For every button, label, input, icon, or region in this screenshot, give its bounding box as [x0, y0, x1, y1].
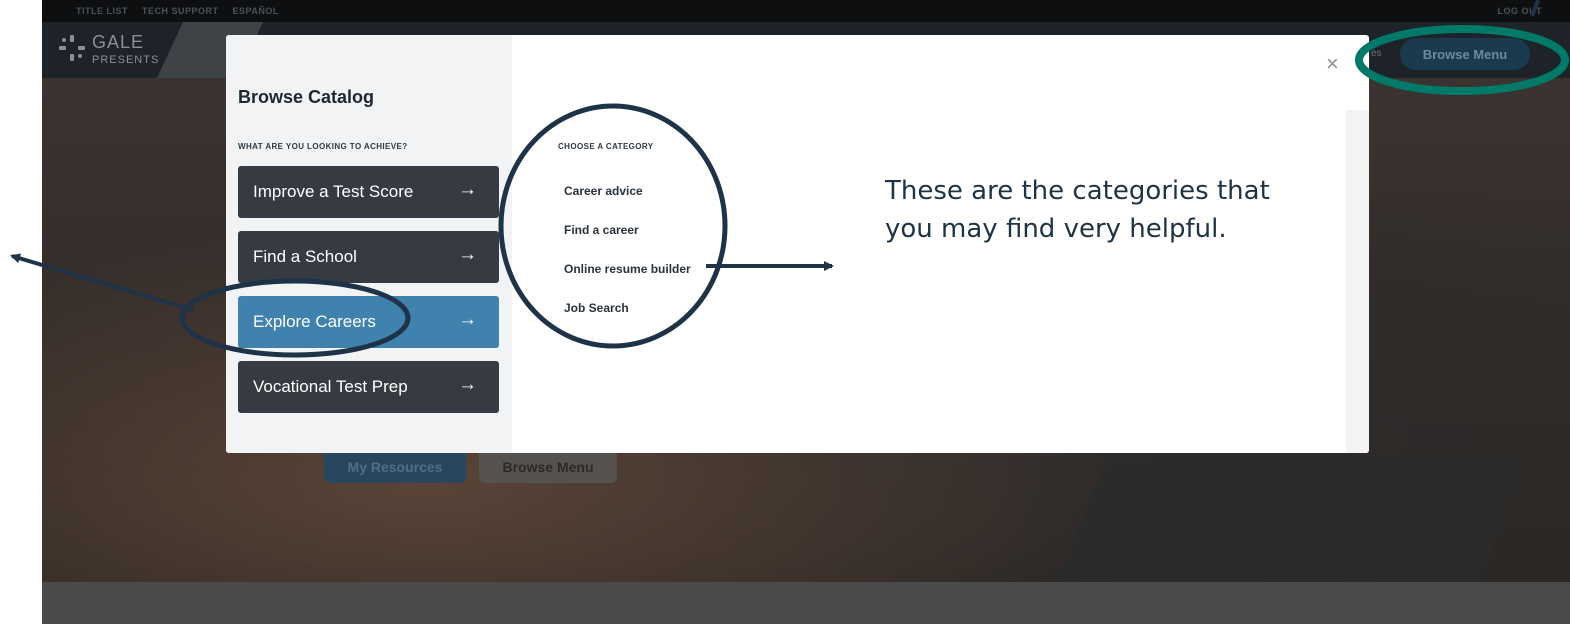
modal-title: Browse Catalog [238, 87, 375, 107]
hero-laptop-image [1056, 458, 1528, 582]
espanol-link[interactable]: ESPAÑOL [233, 6, 279, 16]
top-utility-bar: TITLE LIST TECH SUPPORT ESPAÑOL LOG OUT [42, 0, 1570, 22]
goal-label: Improve a Test Score [253, 182, 414, 201]
category-heading: CHOOSE A CATEGORY [558, 142, 654, 151]
goal-explore-careers[interactable]: Explore Careers → [238, 296, 499, 348]
log-out-link[interactable]: LOG OUT [1498, 6, 1543, 16]
category-job-search[interactable]: Job Search [564, 301, 629, 315]
goal-improve-test-score[interactable]: Improve a Test Score → [238, 166, 499, 218]
category-resume-builder[interactable]: Online resume builder [564, 262, 691, 276]
annotation-text: These are the categories that you may fi… [885, 176, 1270, 244]
header-browse-menu-button[interactable]: Browse Menu [1400, 38, 1530, 70]
page-footer-band [42, 582, 1570, 624]
my-resources-button[interactable]: My Resources [324, 449, 466, 483]
gale-star-icon [59, 35, 85, 61]
goal-label: Find a School [253, 247, 357, 266]
arrow-right-icon: → [458, 309, 477, 330]
tech-support-link[interactable]: TECH SUPPORT [142, 6, 219, 16]
category-find-career[interactable]: Find a career [564, 223, 639, 237]
modal-edge-panel [1346, 110, 1369, 453]
goal-find-school[interactable]: Find a School → [238, 231, 499, 283]
gale-logo-name: GALE [92, 32, 145, 52]
header-resources-link[interactable]: es [1371, 48, 1382, 59]
close-icon[interactable]: × [1326, 53, 1339, 75]
category-career-advice[interactable]: Career advice [564, 184, 643, 198]
title-list-link[interactable]: TITLE LIST [76, 6, 128, 16]
arrow-right-icon: → [458, 244, 477, 265]
goal-heading: WHAT ARE YOU LOOKING TO ACHIEVE? [238, 142, 408, 151]
arrow-right-icon: → [458, 179, 477, 200]
arrow-right-icon: → [458, 374, 477, 395]
gale-logo-sub: PRESENTS [92, 54, 160, 66]
goal-label: Vocational Test Prep [253, 377, 408, 396]
goal-vocational-test-prep[interactable]: Vocational Test Prep → [238, 361, 499, 413]
hero-browse-menu-button[interactable]: Browse Menu [479, 449, 617, 483]
goal-label: Explore Careers [253, 312, 376, 331]
